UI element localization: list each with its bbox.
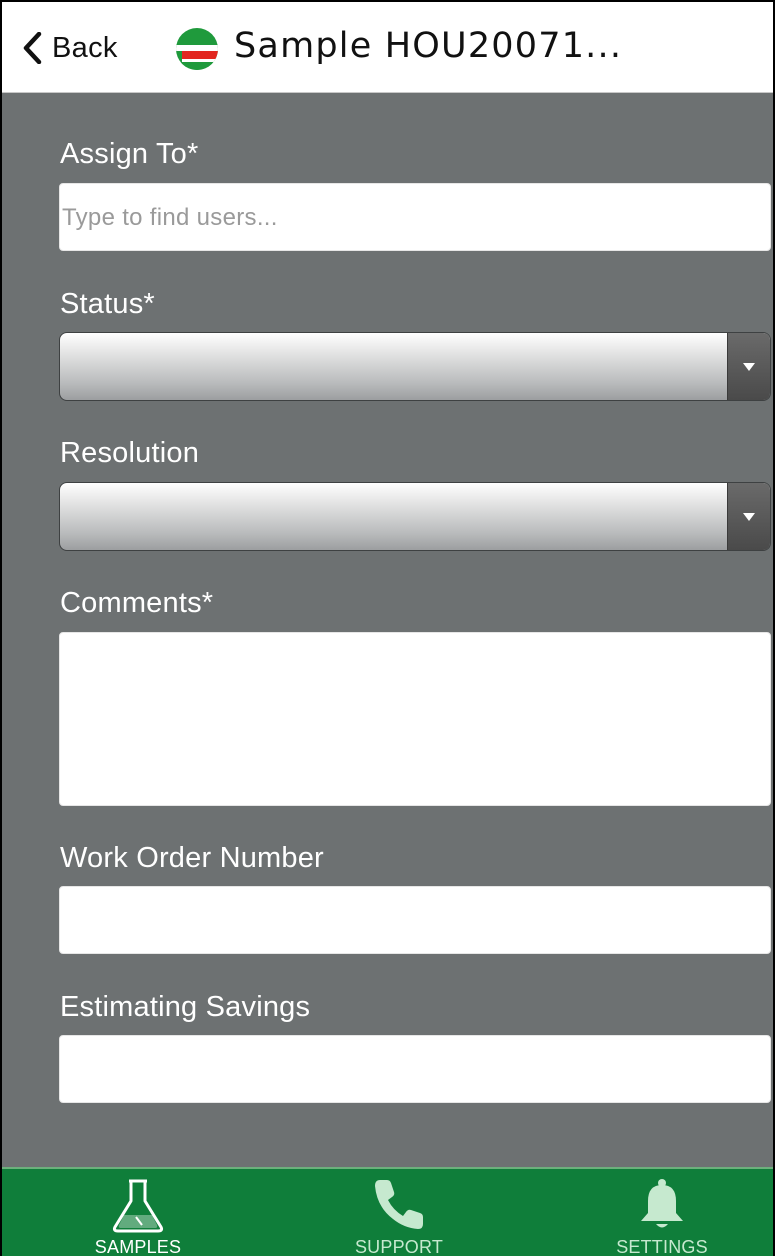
app-logo [174, 26, 220, 77]
flask-icon [110, 1177, 166, 1240]
tab-support[interactable]: SUPPORT [319, 1169, 479, 1256]
tab-samples-label: SAMPLES [94, 1237, 182, 1256]
assign-to-label: Assign To* [60, 138, 199, 170]
bell-icon [634, 1177, 690, 1240]
caret-down-icon [743, 362, 755, 371]
phone-icon [371, 1177, 427, 1238]
logo-icon [176, 28, 218, 70]
resolution-label: Resolution [60, 437, 200, 469]
app-screen: Back Sample HOU20071... Assign To* Type [0, 0, 775, 1256]
estimating-savings-label: Estimating Savings [60, 991, 311, 1023]
status-dropdown-arrow[interactable] [727, 333, 770, 400]
chevron-left-icon [23, 32, 42, 64]
tab-samples[interactable]: SAMPLES [58, 1169, 218, 1256]
tab-support-label: SUPPORT [354, 1237, 444, 1256]
tab-settings-label: SETTINGS [616, 1237, 708, 1256]
back-button[interactable]: Back [22, 28, 118, 68]
sample-form: Assign To* Type to find users... Status*… [2, 93, 773, 1167]
page-title: Sample HOU20071... [234, 26, 623, 66]
tab-settings[interactable]: SETTINGS [582, 1169, 742, 1256]
comments-textarea[interactable] [59, 632, 771, 806]
resolution-dropdown-arrow[interactable] [727, 483, 770, 550]
caret-down-icon [743, 512, 755, 521]
assign-to-input[interactable]: Type to find users... [59, 183, 771, 251]
comments-label: Comments* [60, 587, 214, 619]
estimating-savings-input[interactable] [59, 1035, 771, 1103]
bottom-tab-bar: SAMPLES SUPPORT SETTINGS [2, 1167, 773, 1256]
work-order-number-input[interactable] [59, 886, 771, 954]
assign-to-placeholder: Type to find users... [62, 204, 278, 231]
status-label: Status* [60, 288, 155, 320]
nav-header: Back Sample HOU20071... [2, 2, 773, 93]
status-select[interactable] [59, 332, 771, 401]
resolution-select[interactable] [59, 482, 771, 551]
work-order-number-label: Work Order Number [60, 842, 324, 874]
back-label: Back [52, 31, 118, 64]
